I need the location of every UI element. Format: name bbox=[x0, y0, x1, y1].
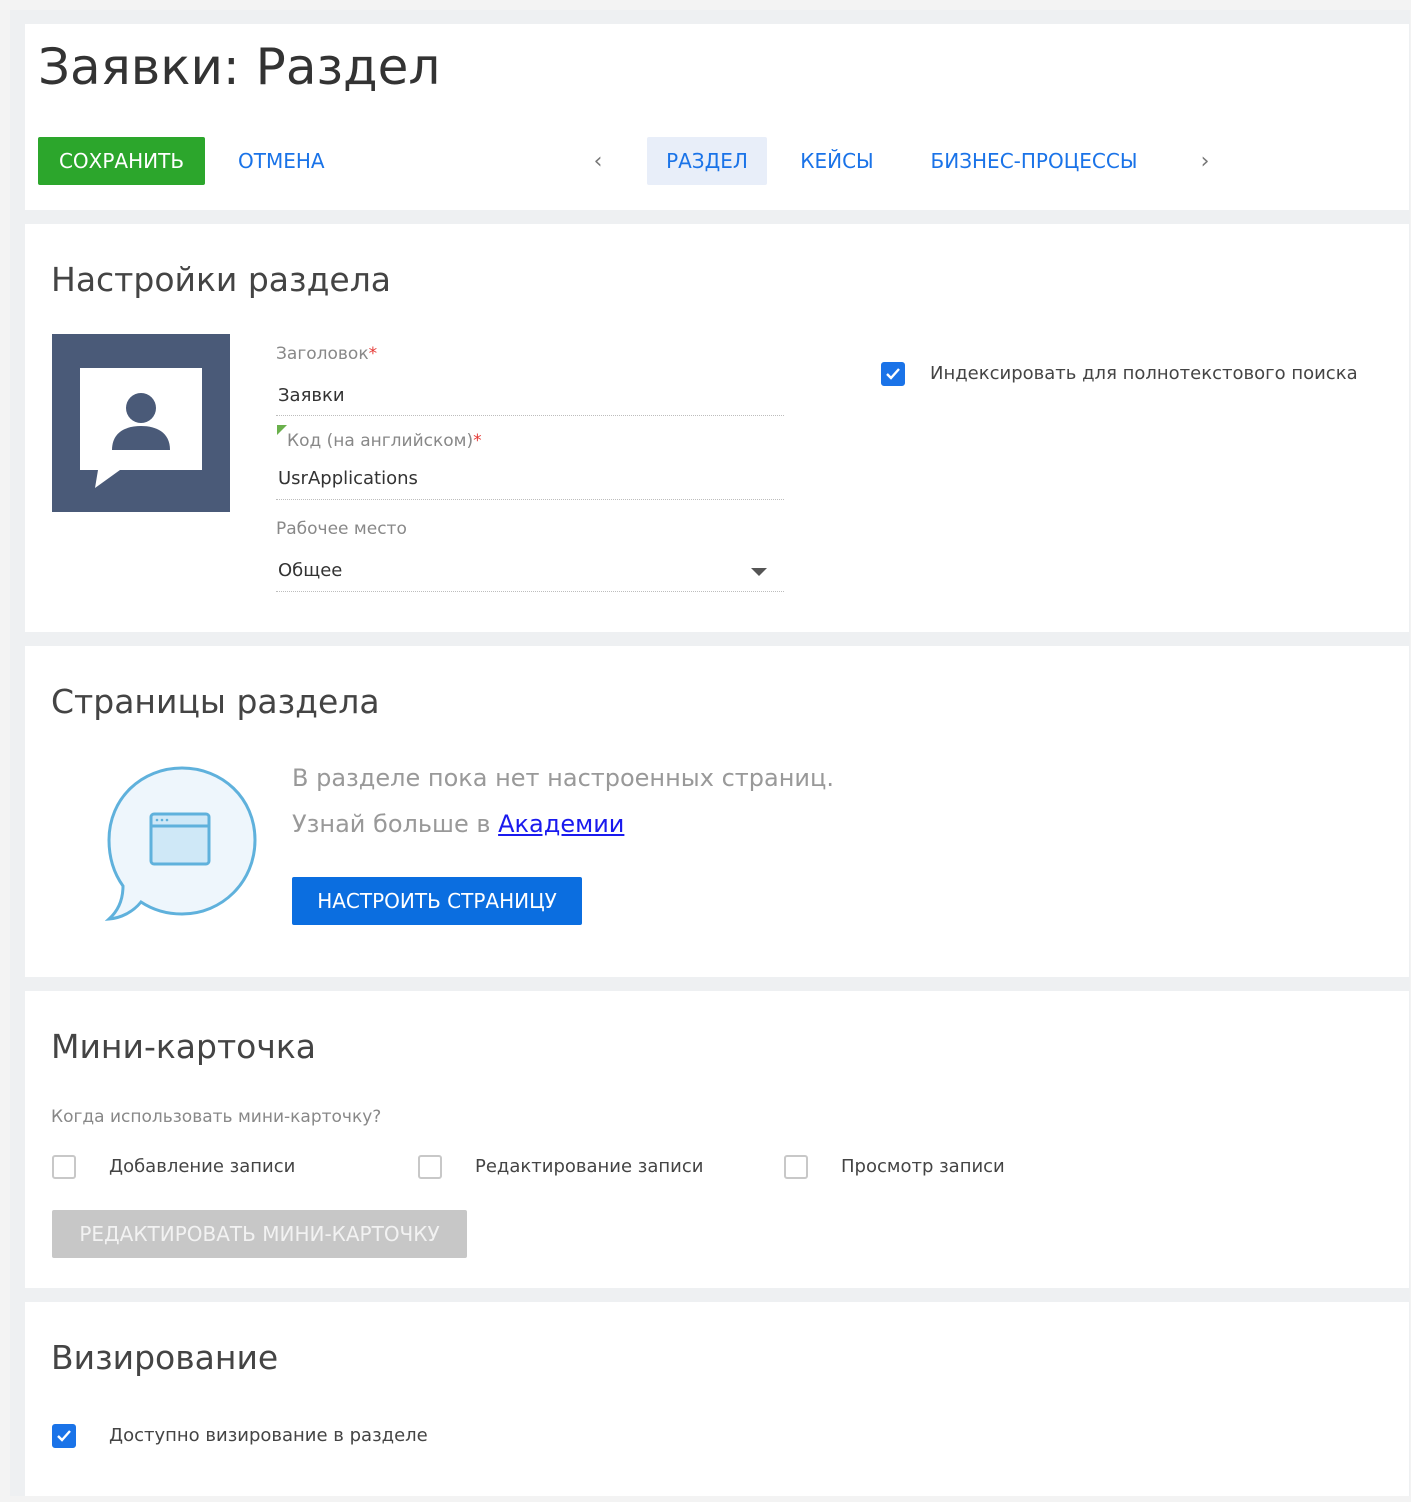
academy-link[interactable]: Академии bbox=[498, 810, 624, 838]
page-bubble-icon bbox=[105, 766, 257, 921]
code-field-underline bbox=[276, 499, 784, 500]
minicard-question: Когда использовать мини-карточку? bbox=[51, 1107, 382, 1127]
section-minicard-panel: Мини-карточка Когда использовать мини-ка… bbox=[25, 991, 1409, 1288]
localizable-marker bbox=[277, 425, 287, 435]
section-pages-panel: Страницы раздела В разделе пока нет наст… bbox=[25, 646, 1409, 977]
section-image[interactable] bbox=[52, 334, 230, 512]
configure-page-button[interactable]: НАСТРОИТЬ СТРАНИЦУ bbox=[292, 877, 582, 925]
add-record-label: Добавление записи bbox=[109, 1156, 296, 1177]
tab-section[interactable]: РАЗДЕЛ bbox=[647, 137, 767, 185]
section-settings-panel: Настройки раздела Заголовок* Заявки Код … bbox=[25, 224, 1409, 632]
section-settings-title: Настройки раздела bbox=[51, 260, 392, 299]
section-visa-panel: Визирование Доступно визирование в разде… bbox=[25, 1302, 1409, 1496]
edit-record-checkbox[interactable] bbox=[418, 1155, 442, 1179]
workplace-field-label: Рабочее место bbox=[276, 519, 407, 539]
add-record-checkbox[interactable] bbox=[52, 1155, 76, 1179]
visa-enabled-checkbox[interactable] bbox=[52, 1424, 76, 1448]
fulltext-index-checkbox[interactable] bbox=[881, 362, 905, 386]
edit-record-label: Редактирование записи bbox=[475, 1156, 704, 1177]
workplace-field-underline bbox=[276, 591, 784, 592]
user-card-icon bbox=[80, 368, 202, 488]
view-record-checkbox[interactable] bbox=[784, 1155, 808, 1179]
section-pages-title: Страницы раздела bbox=[51, 682, 380, 721]
checkmark-icon bbox=[886, 368, 900, 380]
page-header: Заявки: Раздел СОХРАНИТЬ ОТМЕНА ‹ РАЗДЕЛ… bbox=[25, 24, 1409, 210]
learn-more-text: Узнай больше в Академии bbox=[292, 810, 625, 838]
view-record-label: Просмотр записи bbox=[841, 1156, 1005, 1177]
tab-business-processes[interactable]: БИЗНЕС-ПРОЦЕССЫ bbox=[915, 137, 1153, 185]
edit-minicard-button[interactable]: РЕДАКТИРОВАТЬ МИНИ-КАРТОЧКУ bbox=[52, 1210, 467, 1258]
page-title: Заявки: Раздел bbox=[38, 38, 441, 96]
title-field-label: Заголовок* bbox=[276, 344, 378, 364]
no-pages-message: В разделе пока нет настроенных страниц. bbox=[292, 764, 834, 792]
code-field-label: Код (на английском)* bbox=[287, 431, 482, 451]
tab-cases[interactable]: КЕЙСЫ bbox=[785, 137, 889, 185]
visa-enabled-label: Доступно визирование в разделе bbox=[109, 1425, 428, 1446]
chevron-left-icon: ‹ bbox=[593, 148, 603, 174]
section-minicard-title: Мини-карточка bbox=[51, 1027, 317, 1066]
fulltext-index-label: Индексировать для полнотекстового поиска bbox=[930, 363, 1358, 384]
code-field-input[interactable]: UsrApplications bbox=[278, 468, 418, 489]
section-visa-title: Визирование bbox=[51, 1338, 279, 1377]
chevron-right-icon: › bbox=[1200, 148, 1210, 174]
workplace-select[interactable]: Общее bbox=[278, 560, 342, 581]
cancel-button[interactable]: ОТМЕНА bbox=[238, 137, 325, 185]
tabs-prev-arrow[interactable]: ‹ bbox=[583, 137, 613, 185]
title-field-underline bbox=[276, 415, 784, 416]
save-button[interactable]: СОХРАНИТЬ bbox=[38, 137, 205, 185]
tabs-next-arrow[interactable]: › bbox=[1190, 137, 1220, 185]
title-field-input[interactable]: Заявки bbox=[278, 385, 345, 406]
checkmark-icon bbox=[57, 1430, 71, 1442]
chevron-down-icon[interactable] bbox=[751, 568, 767, 576]
